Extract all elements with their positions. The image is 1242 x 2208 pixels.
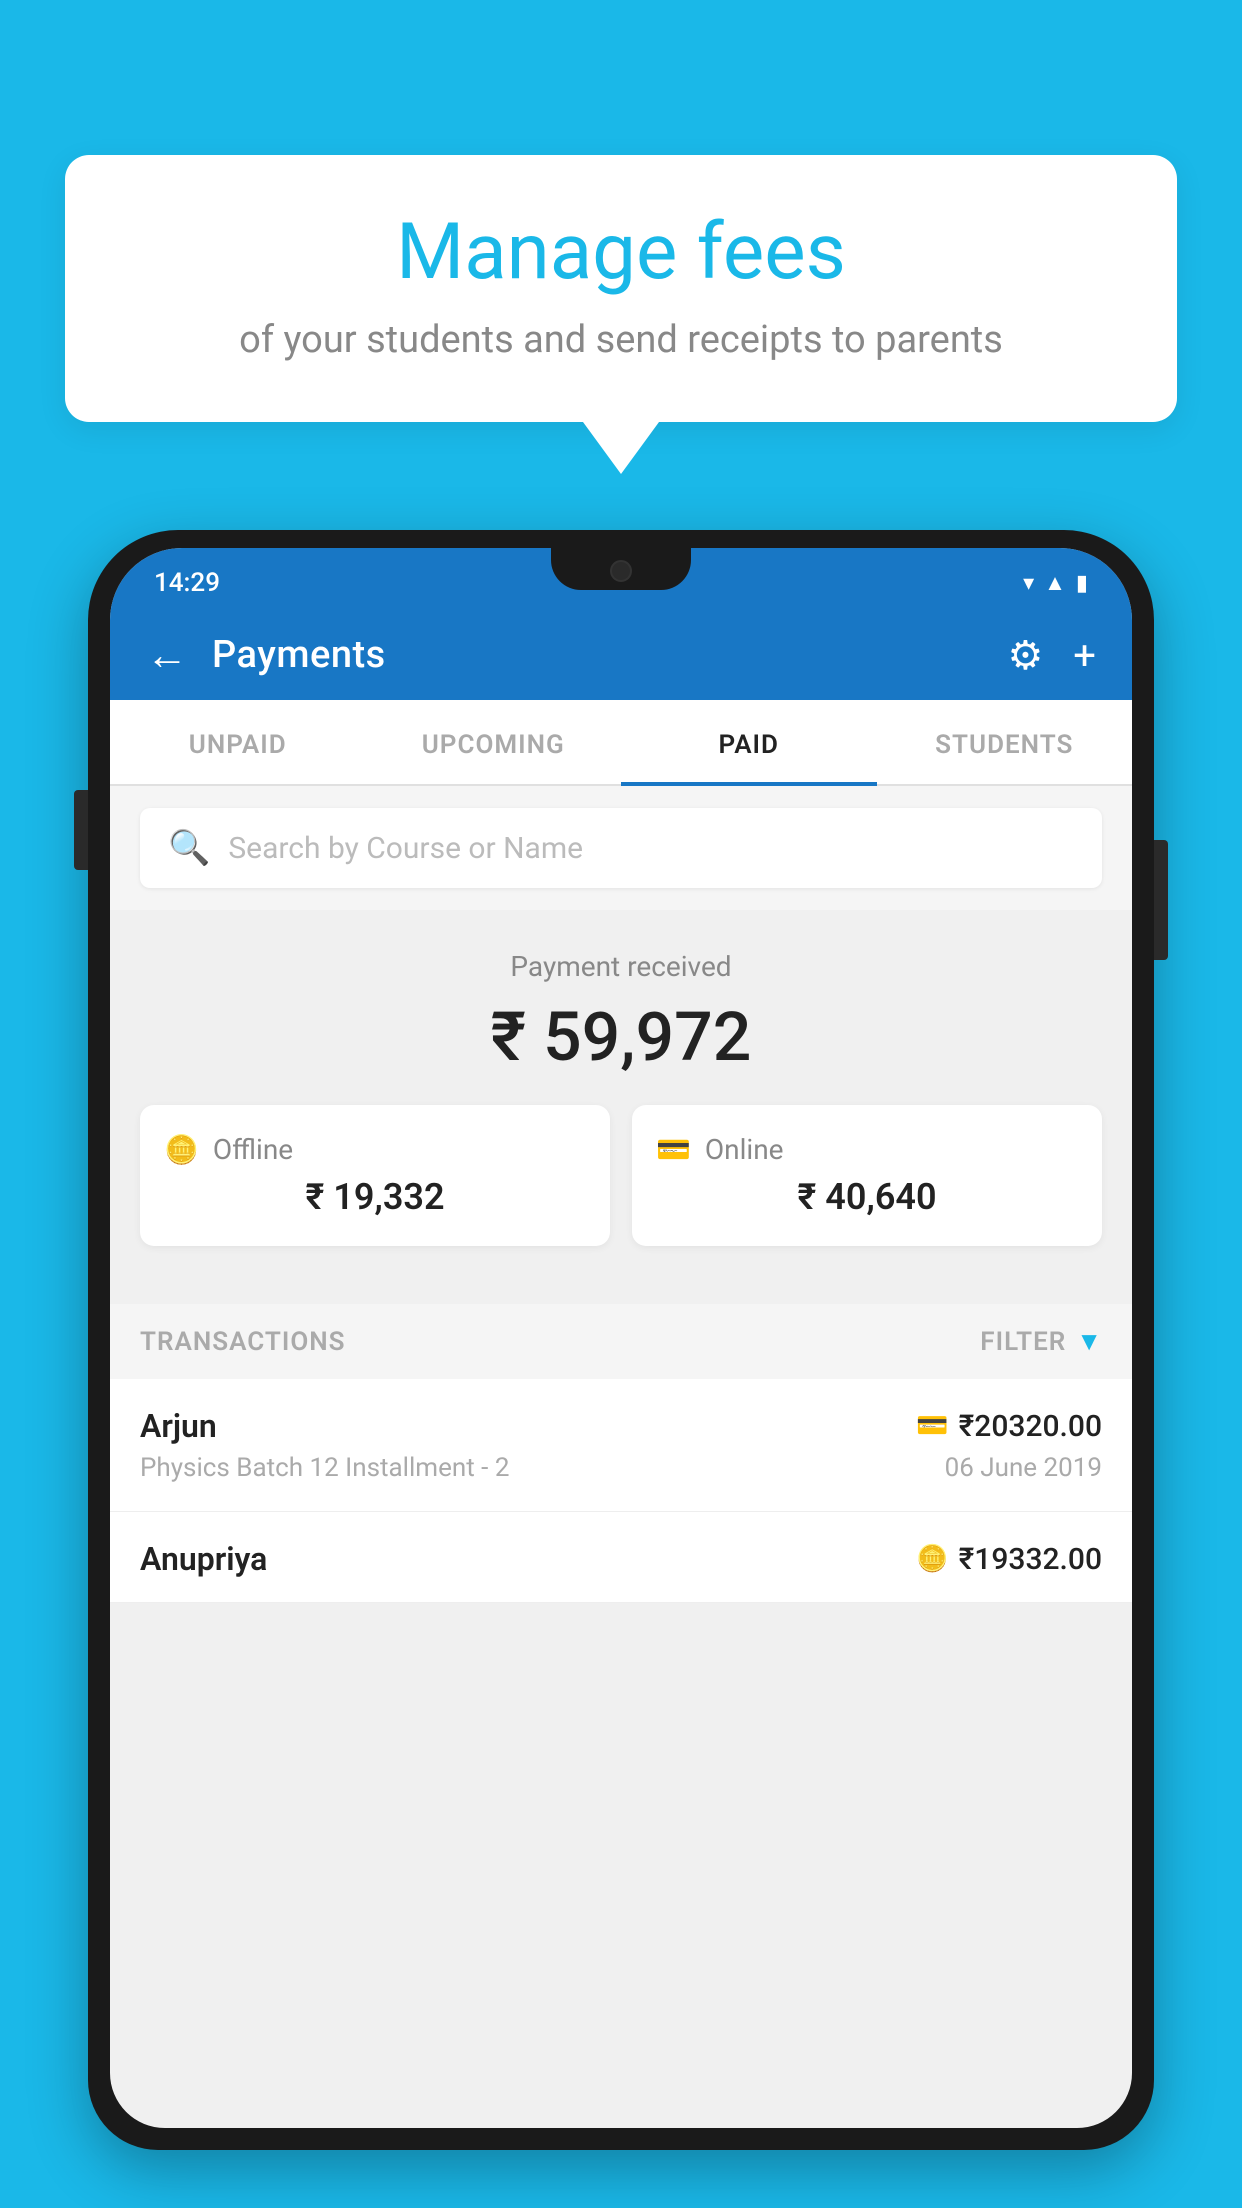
card-payment-icon: 💳 bbox=[916, 1411, 948, 1441]
filter-label: FILTER bbox=[980, 1327, 1066, 1357]
transaction-name-2: Anupriya bbox=[140, 1540, 267, 1578]
search-container: 🔍 Search by Course or Name bbox=[110, 786, 1132, 910]
app-header: ← Payments ⚙ + bbox=[110, 610, 1132, 700]
transaction-amount-container: 💳 ₹20320.00 bbox=[916, 1409, 1102, 1444]
header-actions: ⚙ + bbox=[1007, 632, 1096, 679]
transaction-name: Arjun bbox=[140, 1407, 217, 1445]
transaction-row-partial[interactable]: Anupriya 🪙 ₹19332.00 bbox=[110, 1512, 1132, 1603]
online-card: 💳 Online ₹ 40,640 bbox=[632, 1105, 1102, 1246]
page-title: Payments bbox=[212, 633, 983, 677]
filter-button[interactable]: FILTER ▼ bbox=[980, 1326, 1102, 1357]
offline-amount: ₹ 19,332 bbox=[164, 1176, 586, 1218]
transaction-row[interactable]: Arjun 💳 ₹20320.00 Physics Batch 12 Insta… bbox=[110, 1379, 1132, 1512]
phone-wrapper: 14:29 ▾ ▲ ▮ ← Payments ⚙ + UNPAID UPCO bbox=[88, 530, 1154, 2208]
online-type: Online bbox=[705, 1133, 784, 1166]
transaction-top-2: Anupriya 🪙 ₹19332.00 bbox=[140, 1540, 1102, 1578]
phone-outer: 14:29 ▾ ▲ ▮ ← Payments ⚙ + UNPAID UPCO bbox=[88, 530, 1154, 2150]
gear-icon[interactable]: ⚙ bbox=[1007, 632, 1043, 679]
phone-screen: 14:29 ▾ ▲ ▮ ← Payments ⚙ + UNPAID UPCO bbox=[110, 548, 1132, 2128]
speech-bubble-arrow bbox=[583, 422, 659, 474]
search-icon: 🔍 bbox=[168, 828, 210, 868]
transaction-amount: ₹20320.00 bbox=[959, 1409, 1102, 1444]
search-input[interactable]: Search by Course or Name bbox=[228, 831, 583, 866]
phone-notch-camera bbox=[610, 560, 632, 582]
payment-amount-large: ₹ 59,972 bbox=[140, 997, 1102, 1077]
transaction-date: 06 June 2019 bbox=[945, 1453, 1102, 1483]
tab-students[interactable]: STUDENTS bbox=[877, 702, 1133, 786]
offline-icon: 🪙 bbox=[164, 1133, 199, 1166]
speech-bubble-container: Manage fees of your students and send re… bbox=[65, 155, 1177, 474]
transactions-header: TRANSACTIONS FILTER ▼ bbox=[110, 1304, 1132, 1379]
add-icon[interactable]: + bbox=[1073, 632, 1096, 679]
offline-payment-icon: 🪙 bbox=[916, 1544, 948, 1574]
status-time: 14:29 bbox=[154, 568, 220, 598]
wifi-icon: ▾ bbox=[1023, 571, 1034, 596]
offline-card: 🪙 Offline ₹ 19,332 bbox=[140, 1105, 610, 1246]
tabs-container: UNPAID UPCOMING PAID STUDENTS bbox=[110, 700, 1132, 786]
transaction-course: Physics Batch 12 Installment - 2 bbox=[140, 1453, 509, 1483]
signal-icon: ▲ bbox=[1044, 570, 1066, 596]
battery-icon: ▮ bbox=[1076, 571, 1088, 596]
payment-received-label: Payment received bbox=[140, 950, 1102, 983]
transaction-top: Arjun 💳 ₹20320.00 bbox=[140, 1407, 1102, 1445]
filter-icon: ▼ bbox=[1076, 1326, 1102, 1357]
speech-bubble-subtitle: of your students and send receipts to pa… bbox=[135, 318, 1107, 362]
transactions-label: TRANSACTIONS bbox=[140, 1327, 346, 1357]
online-icon: 💳 bbox=[656, 1133, 691, 1166]
offline-card-header: 🪙 Offline bbox=[164, 1133, 586, 1166]
offline-type: Offline bbox=[213, 1133, 293, 1166]
transaction-amount-2: ₹19332.00 bbox=[959, 1542, 1102, 1577]
payment-cards: 🪙 Offline ₹ 19,332 💳 Online ₹ 40,640 bbox=[140, 1105, 1102, 1274]
transaction-amount-container-2: 🪙 ₹19332.00 bbox=[916, 1542, 1102, 1577]
search-box[interactable]: 🔍 Search by Course or Name bbox=[140, 808, 1102, 888]
payment-received-section: Payment received ₹ 59,972 🪙 Offline ₹ 19… bbox=[110, 910, 1132, 1304]
phone-notch bbox=[551, 548, 691, 590]
tab-upcoming[interactable]: UPCOMING bbox=[366, 702, 622, 786]
tab-paid[interactable]: PAID bbox=[621, 702, 877, 786]
transaction-bottom: Physics Batch 12 Installment - 2 06 June… bbox=[140, 1453, 1102, 1483]
speech-bubble-title: Manage fees bbox=[135, 210, 1107, 296]
back-button[interactable]: ← bbox=[146, 631, 188, 680]
online-amount: ₹ 40,640 bbox=[656, 1176, 1078, 1218]
status-icons: ▾ ▲ ▮ bbox=[1023, 570, 1088, 596]
online-card-header: 💳 Online bbox=[656, 1133, 1078, 1166]
speech-bubble: Manage fees of your students and send re… bbox=[65, 155, 1177, 422]
tab-unpaid[interactable]: UNPAID bbox=[110, 702, 366, 786]
